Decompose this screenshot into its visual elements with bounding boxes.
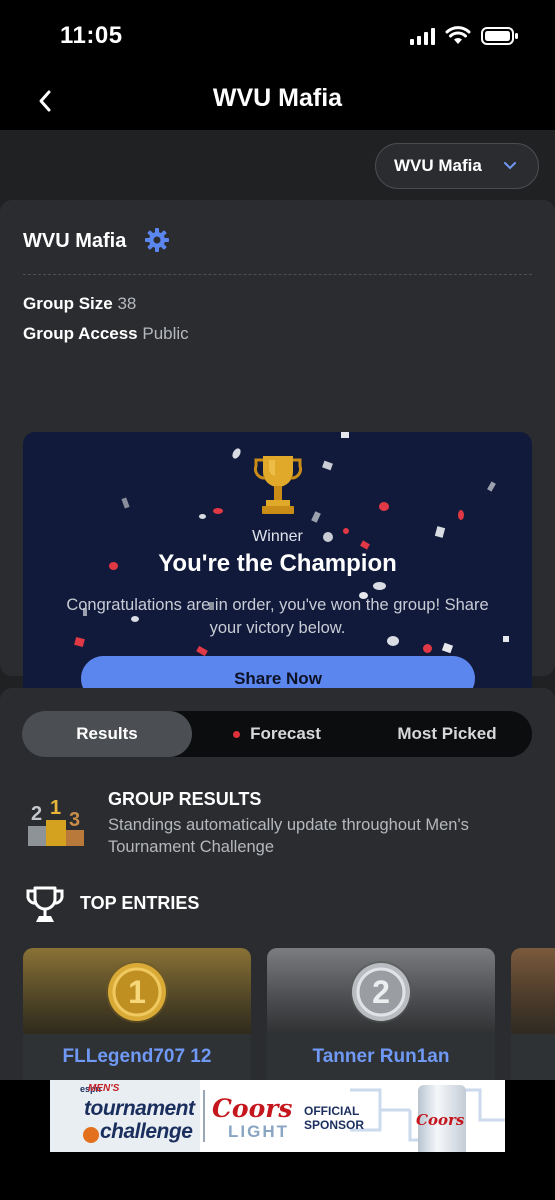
ad-challenge-text: challenge	[100, 1120, 193, 1143]
results-card: Results Forecast Most Picked 2 1 3 GROUP…	[0, 688, 555, 1128]
page-title: WVU Mafia	[212, 84, 343, 112]
group-access-value: Public	[142, 324, 189, 343]
ad-tournament-text: tournament	[84, 1097, 195, 1120]
tab-forecast-label: Forecast	[250, 724, 321, 743]
silver-medal-icon: 2	[350, 961, 412, 1023]
cellular-signal-icon	[410, 27, 435, 45]
group-selector-value: WVU Mafia	[394, 156, 482, 175]
champion-subtitle: Congratulations are in order, you've won…	[66, 596, 489, 637]
live-dot-icon	[233, 730, 241, 738]
group-access-row: Group Access Public	[23, 324, 189, 344]
tab-most-picked-label: Most Picked	[397, 724, 497, 743]
podium-icon: 2 1 3	[28, 797, 84, 846]
tab-results-label: Results	[76, 724, 138, 743]
gear-icon[interactable]	[143, 226, 171, 254]
gold-medal-icon: 1	[106, 961, 168, 1023]
group-info-card: WVU Mafia Group Size 38 Group Access Pub…	[0, 200, 555, 724]
tab-most-picked[interactable]: Most Picked	[362, 711, 532, 757]
battery-icon	[481, 27, 518, 45]
group-results-title: GROUP RESULTS	[108, 789, 262, 809]
ad-area: espn MEN'S tournament challenge Coors LI…	[0, 1080, 555, 1200]
group-selector[interactable]: WVU Mafia	[375, 143, 539, 189]
status-icons	[410, 26, 519, 46]
chevron-down-icon	[504, 162, 516, 170]
ad-sponsor-text: OFFICIAL SPONSOR	[304, 1104, 365, 1132]
entry-2-name[interactable]: Tanner Run1an	[267, 1046, 495, 1068]
entry-2-rank: 2	[372, 974, 390, 1010]
entry-1-rank: 1	[128, 974, 146, 1010]
beer-can-image: Coors	[416, 1085, 466, 1152]
nav-bar: WVU Mafia	[0, 72, 555, 130]
trophy-outline-icon	[26, 886, 64, 922]
ad-brand-sub-text: LIGHT	[228, 1122, 289, 1141]
group-size-value: 38	[117, 294, 137, 313]
svg-text:3: 3	[69, 809, 80, 831]
ad-can-text: Coors	[416, 1111, 465, 1129]
ad-logo-block: espn MEN'S tournament challenge	[50, 1080, 200, 1152]
top-entries-title: TOP ENTRIES	[80, 893, 200, 913]
group-results-description: Standings automatically update throughou…	[108, 816, 469, 856]
divider	[23, 274, 532, 275]
page-content: WVU Mafia WVU Mafia Group Size 38 Group …	[0, 130, 555, 1128]
sponsor-ad-banner[interactable]: espn MEN'S tournament challenge Coors LI…	[50, 1080, 505, 1152]
group-name: WVU Mafia	[23, 230, 127, 252]
svg-text:2: 2	[31, 803, 42, 825]
winner-label: Winner	[252, 528, 303, 545]
champion-title: You're the Champion	[158, 550, 397, 577]
group-size-label: Group Size	[23, 294, 113, 313]
entry-card-3-header	[511, 948, 555, 1034]
svg-text:1: 1	[50, 797, 61, 819]
wifi-icon	[445, 26, 471, 44]
results-tabs: Results Forecast Most Picked	[22, 711, 532, 757]
group-size-row: Group Size 38	[23, 294, 136, 314]
status-bar: 11:05	[0, 0, 555, 72]
tab-results[interactable]: Results	[22, 711, 192, 757]
ad-brand-text: Coors	[212, 1094, 293, 1123]
champion-banner: Winner You're the Champion Congratulatio…	[23, 432, 532, 724]
basketball-icon	[83, 1127, 99, 1143]
entry-1-name[interactable]: FLLegend707 12	[23, 1046, 251, 1068]
tab-forecast[interactable]: Forecast	[192, 711, 362, 757]
status-time: 11:05	[60, 22, 123, 49]
group-access-label: Group Access	[23, 324, 138, 343]
ad-separator	[203, 1090, 205, 1142]
ad-mens-text: MEN'S	[88, 1083, 120, 1094]
trophy-icon	[254, 456, 302, 514]
